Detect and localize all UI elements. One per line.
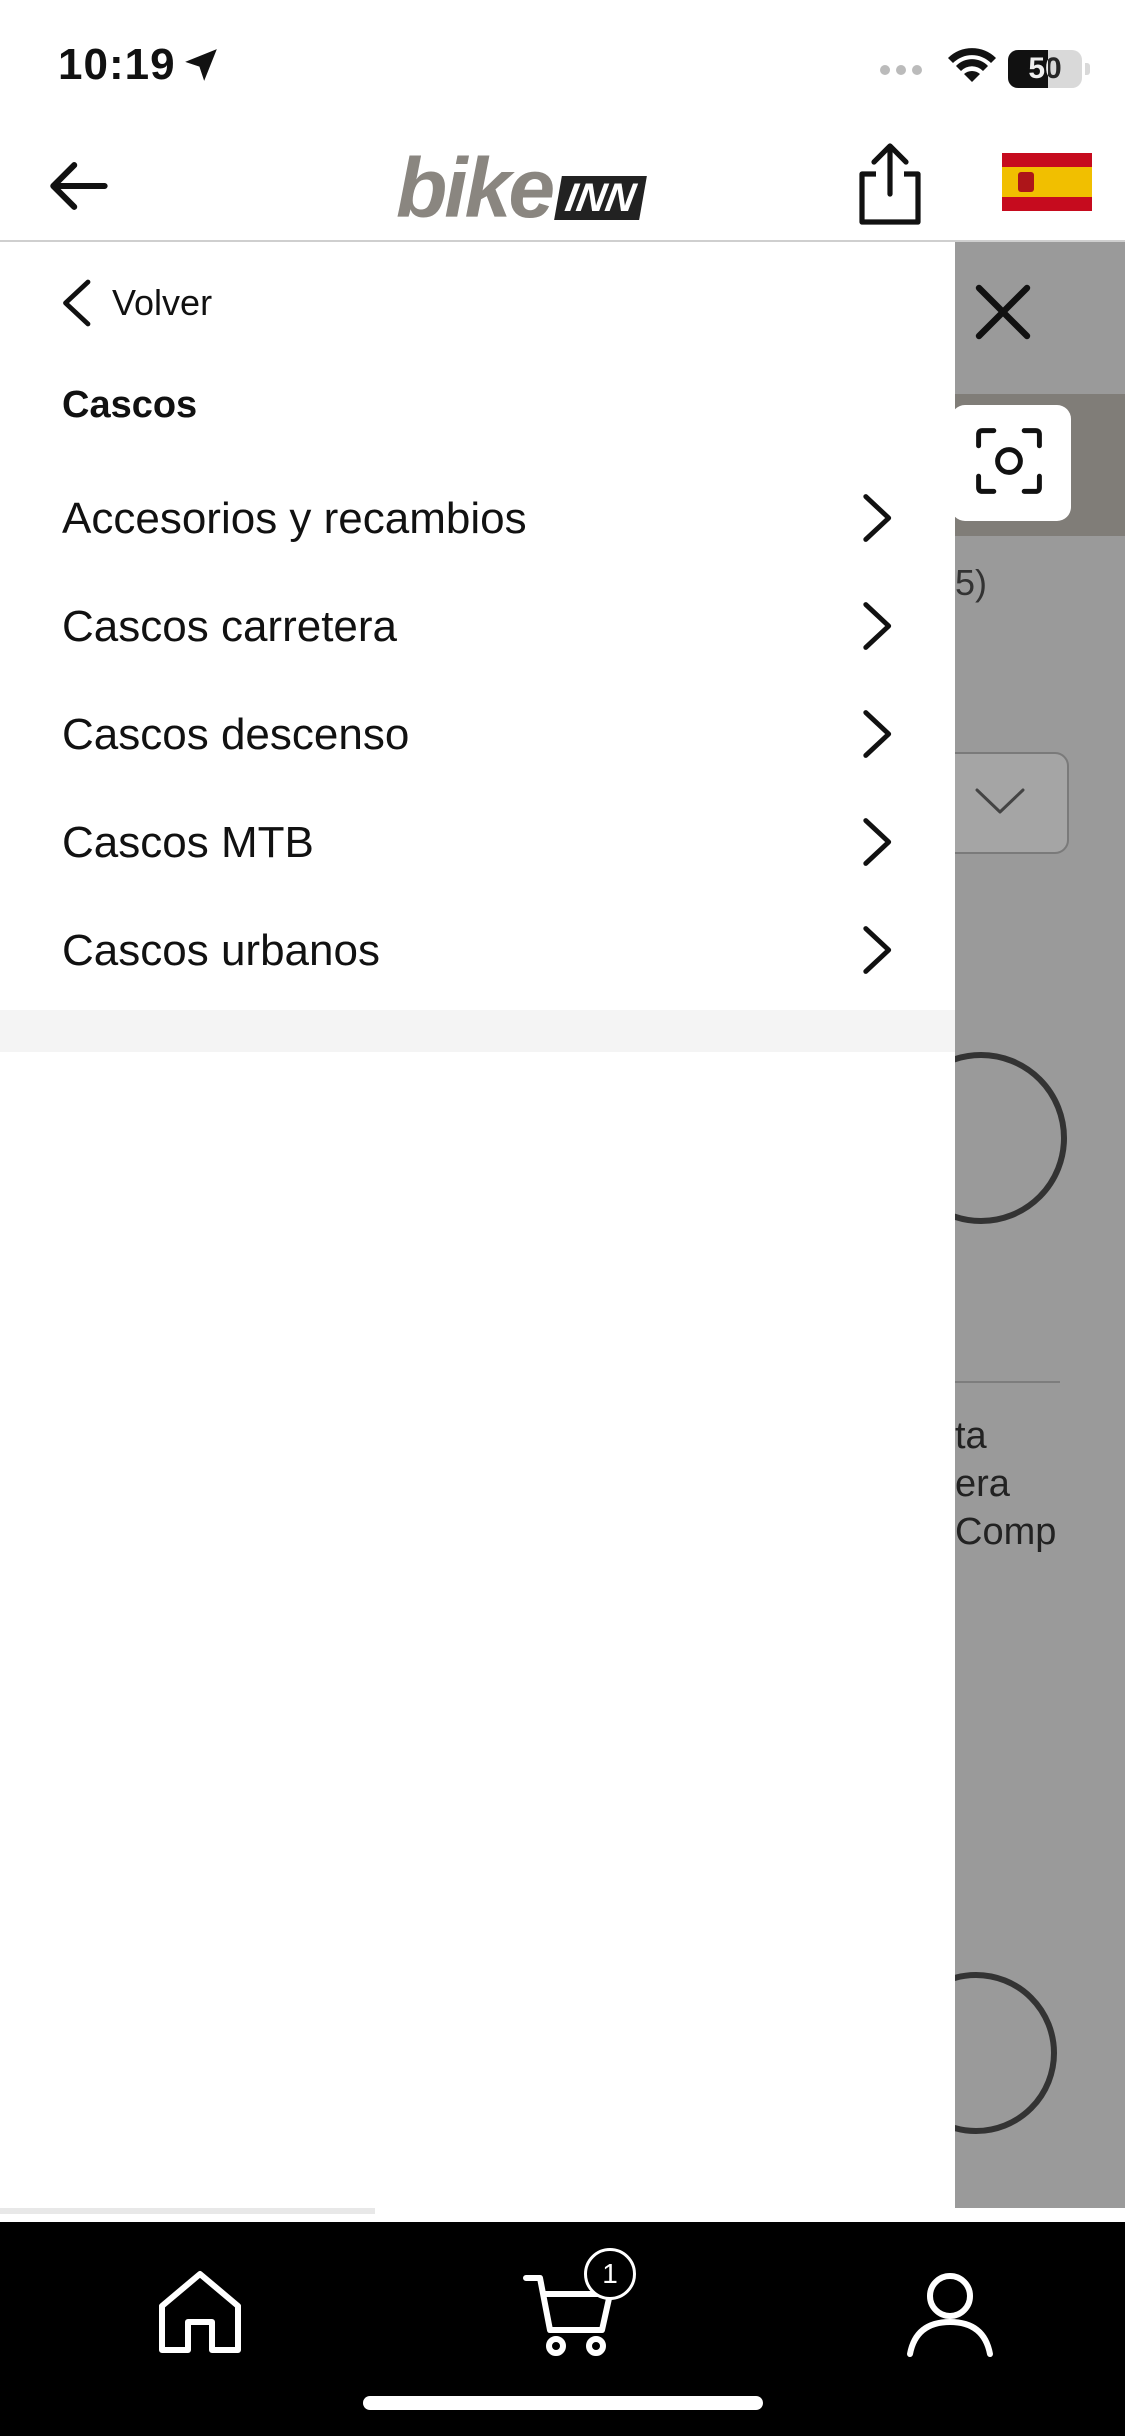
menu-item-label: Cascos descenso	[62, 710, 410, 759]
divider-strip	[0, 1010, 955, 1052]
back-label: Volver	[112, 282, 213, 323]
home-indicator	[363, 2396, 763, 2410]
chevron-right-icon	[863, 710, 892, 758]
chevron-right-icon	[863, 926, 892, 974]
camera-scan-icon	[976, 428, 1042, 494]
back-arrow-icon[interactable]	[40, 148, 116, 224]
user-icon[interactable]	[900, 2262, 1000, 2362]
menu-item-mtb[interactable]: Cascos MTB	[0, 788, 955, 896]
menu-item-descenso[interactable]: Cascos descenso	[0, 680, 955, 788]
menu-item-carretera[interactable]: Cascos carretera	[0, 572, 955, 680]
menu-item-label: Cascos carretera	[62, 602, 398, 651]
menu-item-label: Accesorios y recambios	[62, 494, 527, 543]
status-time: 10:19	[58, 40, 176, 89]
product-image[interactable]	[955, 1052, 1067, 1224]
app-header: bike INN	[0, 130, 1125, 242]
category-list: Accesorios y recambios Cascos carretera …	[0, 464, 955, 1004]
battery-icon: 50	[1008, 50, 1090, 88]
back-button[interactable]: Volver	[58, 268, 212, 338]
battery-level: 50	[1028, 52, 1062, 85]
cart-tab[interactable]: 1	[522, 2248, 636, 2362]
logo-badge: INN	[554, 176, 647, 220]
share-icon[interactable]	[850, 138, 930, 230]
scroll-progress	[0, 2208, 375, 2214]
chevron-right-icon	[863, 818, 892, 866]
bottom-tab-bar: 1	[0, 2222, 1125, 2436]
menu-item-label: Cascos urbanos	[62, 926, 380, 975]
logo-text: bike	[396, 141, 555, 235]
chevron-right-icon	[863, 602, 892, 650]
close-icon[interactable]	[963, 272, 1043, 352]
home-icon[interactable]	[150, 2262, 250, 2362]
wifi-icon	[948, 48, 996, 82]
product-image[interactable]	[955, 1972, 1057, 2134]
bikeinn-logo[interactable]: bike INN	[396, 140, 647, 235]
cart-badge: 1	[584, 2248, 636, 2300]
chevron-left-icon	[63, 279, 91, 327]
section-title: Cascos	[62, 384, 198, 426]
chevron-down-icon	[975, 788, 1025, 814]
sort-dropdown[interactable]	[955, 752, 1069, 854]
menu-item-urbanos[interactable]: Cascos urbanos	[0, 896, 955, 1004]
menu-item-accesorios[interactable]: Accesorios y recambios	[0, 464, 955, 572]
menu-item-label: Cascos MTB	[62, 818, 314, 867]
status-bar: 10:19 50	[0, 0, 1125, 130]
product-title[interactable]: ta era Comp	[955, 1412, 1056, 1556]
camera-search-button[interactable]	[955, 405, 1071, 521]
location-arrow-icon	[185, 49, 217, 81]
chevron-right-icon	[863, 494, 892, 542]
signal-dots-icon	[880, 62, 928, 80]
result-count: 5)	[955, 562, 988, 603]
category-drawer: Volver Cascos Accesorios y recambios Cas…	[0, 242, 955, 2208]
spain-flag-icon[interactable]	[1002, 153, 1092, 211]
background-page-overlay[interactable]: 5) ta era Comp	[955, 242, 1125, 2208]
divider	[955, 1381, 1060, 1383]
